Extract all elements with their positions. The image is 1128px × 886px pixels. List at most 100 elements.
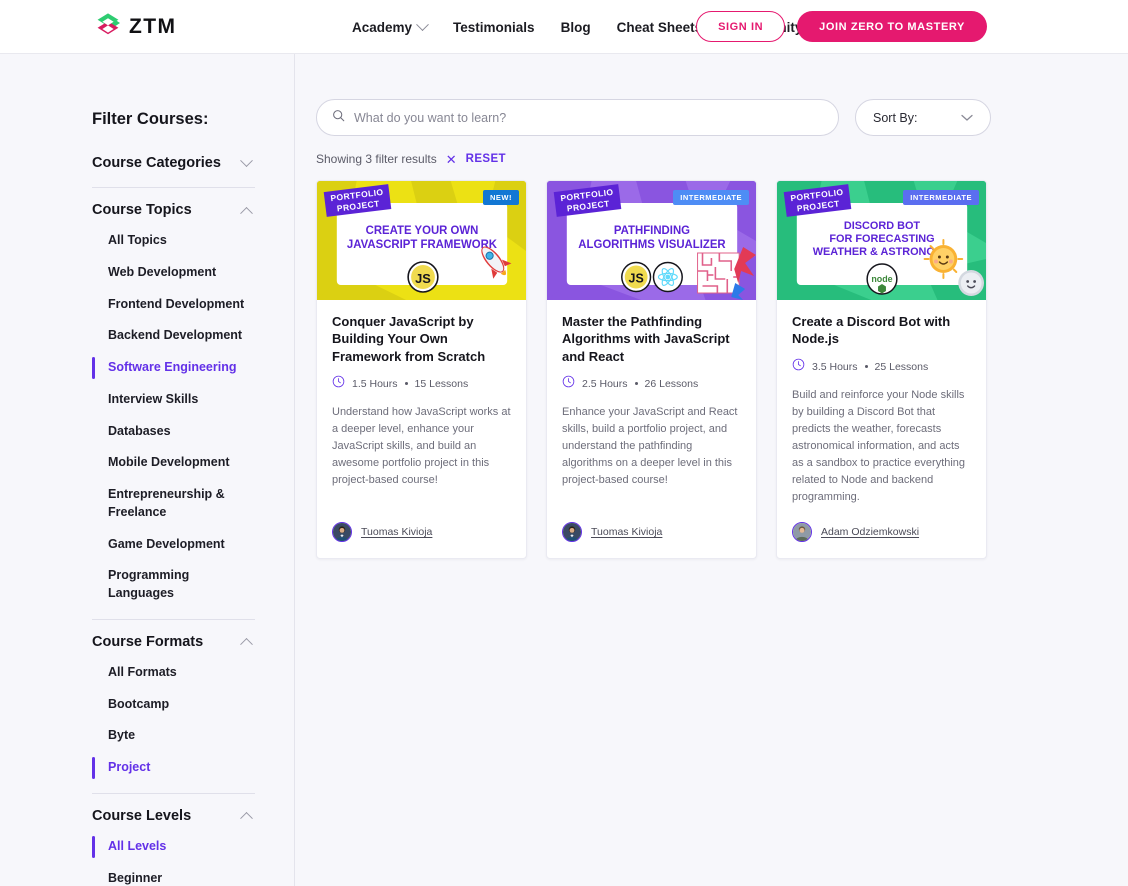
- course-meta: 2.5 Hours 26 Lessons: [562, 375, 741, 393]
- course-thumbnail: PATHFINDING ALGORITHMS VISUALIZER JS POR…: [547, 181, 756, 300]
- svg-text:node: node: [871, 274, 892, 284]
- auth-actions: SIGN IN JOIN ZERO TO MASTERY: [696, 11, 987, 42]
- filter-group-course-categories: Course Categories: [92, 148, 255, 178]
- nav-item-academy[interactable]: Academy: [352, 17, 429, 35]
- course-card[interactable]: PATHFINDING ALGORITHMS VISUALIZER JS POR…: [546, 180, 757, 559]
- course-lessons: 25 Lessons: [874, 360, 929, 373]
- sidebar-divider: [294, 54, 295, 886]
- avatar: [562, 521, 582, 542]
- search-row: Sort By:: [316, 99, 1128, 136]
- course-author[interactable]: Tuomas Kivioja: [547, 506, 756, 558]
- svg-text:JS: JS: [415, 271, 431, 286]
- course-title: Conquer JavaScript by Building Your Own …: [332, 314, 486, 364]
- sidebar-item-game-development[interactable]: Game Development: [92, 529, 255, 561]
- clock-icon: [332, 375, 345, 393]
- sidebar-item-byte[interactable]: Byte: [92, 720, 255, 752]
- group-title: Course Levels: [92, 807, 192, 824]
- sign-in-button[interactable]: SIGN IN: [696, 11, 786, 42]
- sidebar-item-all-levels[interactable]: All Levels: [92, 831, 255, 863]
- course-description: Enhance your JavaScript and React skills…: [562, 405, 738, 487]
- course-duration: 3.5 Hours: [812, 360, 858, 373]
- status-badge: INTERMEDIATE: [673, 190, 749, 205]
- author-name[interactable]: Tuomas Kivioja: [361, 526, 432, 538]
- search-input[interactable]: [354, 110, 823, 125]
- course-description: Understand how JavaScript works at a dee…: [332, 405, 511, 487]
- sidebar-item-all-formats[interactable]: All Formats: [92, 657, 255, 689]
- svg-text:ALGORITHMS VISUALIZER: ALGORITHMS VISUALIZER: [578, 239, 726, 251]
- group-title: Course Formats: [92, 633, 204, 650]
- svg-text:JAVASCRIPT FRAMEWORK: JAVASCRIPT FRAMEWORK: [347, 239, 498, 251]
- group-header-course-formats[interactable]: Course Formats: [92, 627, 255, 657]
- sort-by-label: Sort By:: [873, 110, 918, 125]
- course-thumbnail: DISCORD BOT FOR FORECASTING WEATHER & AS…: [777, 181, 986, 300]
- course-card-body: Create a Discord Bot with Node.js 3.5 Ho…: [777, 300, 986, 506]
- group-header-course-levels[interactable]: Course Levels: [92, 801, 255, 831]
- divider: [92, 792, 255, 794]
- reset-filters-button[interactable]: RESET: [466, 153, 506, 165]
- avatar: [792, 521, 812, 542]
- course-duration: 2.5 Hours: [582, 377, 628, 390]
- course-thumbnail: CREATE YOUR OWN JAVASCRIPT FRAMEWORK JS: [317, 181, 526, 300]
- filter-group-course-levels: Course Levels All Levels Beginner Interm…: [92, 801, 255, 886]
- chevron-down-icon: [240, 153, 253, 167]
- meta-separator-dot: [404, 382, 408, 386]
- sidebar-item-backend-development[interactable]: Backend Development: [92, 320, 255, 352]
- course-duration: 1.5 Hours: [352, 377, 398, 390]
- join-button[interactable]: JOIN ZERO TO MASTERY: [797, 11, 987, 42]
- author-name[interactable]: Adam Odziemkowski: [821, 526, 919, 538]
- sidebar-item-project[interactable]: Project: [92, 752, 255, 784]
- sidebar-item-software-engineering[interactable]: Software Engineering: [92, 352, 255, 384]
- sidebar-item-frontend-development[interactable]: Frontend Development: [92, 289, 255, 321]
- avatar: [332, 521, 352, 542]
- group-title: Course Topics: [92, 202, 192, 218]
- page-body: Filter Courses: Course Categories Course…: [0, 54, 1128, 886]
- clock-icon: [562, 375, 575, 393]
- results-summary-row: Showing 3 filter results ✕ RESET: [316, 152, 1128, 166]
- search-box[interactable]: [316, 99, 839, 136]
- chevron-up-icon: [240, 638, 253, 651]
- sidebar-item-mobile-development[interactable]: Mobile Development: [92, 447, 255, 479]
- logo[interactable]: ZTM: [92, 11, 176, 43]
- course-description: Build and reinforce your Node skills by …: [792, 388, 966, 503]
- group-header-course-categories[interactable]: Course Categories: [92, 148, 255, 178]
- sidebar-item-web-development[interactable]: Web Development: [92, 257, 255, 289]
- logo-text: ZTM: [129, 15, 177, 38]
- divider: [92, 618, 255, 620]
- group-header-course-topics[interactable]: Course Topics: [92, 195, 255, 225]
- sidebar-item-all-topics[interactable]: All Topics: [92, 225, 255, 257]
- meta-separator-dot: [864, 365, 868, 369]
- status-badge: NEW!: [483, 190, 519, 205]
- ztm-hexagon-logo-icon: [92, 11, 124, 43]
- site-header: ZTM Academy Testimonials Blog Cheat Shee…: [0, 0, 1128, 54]
- sidebar-item-entrepreneurship-freelance[interactable]: Entrepreneurship & Freelance: [92, 479, 255, 529]
- nav-item-blog[interactable]: Blog: [561, 20, 591, 35]
- sidebar-item-bootcamp[interactable]: Bootcamp: [92, 689, 255, 721]
- sidebar-item-programming-languages[interactable]: Programming Languages: [92, 560, 255, 610]
- sidebar-item-beginner[interactable]: Beginner: [92, 863, 255, 886]
- meta-separator-dot: [634, 382, 638, 386]
- course-author[interactable]: Tuomas Kivioja: [317, 506, 526, 558]
- chevron-up-icon: [240, 812, 253, 825]
- course-card-grid: CREATE YOUR OWN JAVASCRIPT FRAMEWORK JS: [316, 180, 1128, 559]
- sort-by-dropdown[interactable]: Sort By:: [855, 99, 991, 136]
- close-x-icon[interactable]: ✕: [446, 153, 457, 166]
- nav-item-testimonials[interactable]: Testimonials: [453, 20, 535, 35]
- sidebar-item-interview-skills[interactable]: Interview Skills: [92, 384, 255, 416]
- course-card[interactable]: DISCORD BOT FOR FORECASTING WEATHER & AS…: [776, 180, 987, 559]
- course-card-body: Master the Pathfinding Algorithms with J…: [547, 300, 756, 506]
- svg-text:PATHFINDING: PATHFINDING: [614, 225, 690, 237]
- filter-sidebar: Filter Courses: Course Categories Course…: [0, 54, 294, 886]
- nav-label: Academy: [352, 19, 413, 35]
- divider: [92, 187, 255, 188]
- search-icon: [332, 109, 345, 127]
- sidebar-item-databases[interactable]: Databases: [92, 416, 255, 448]
- svg-text:DISCORD BOT: DISCORD BOT: [844, 220, 921, 232]
- nav-item-cheat-sheets[interactable]: Cheat Sheets: [617, 20, 703, 35]
- course-title: Create a Discord Bot with Node.js: [792, 314, 951, 347]
- sidebar-title: Filter Courses:: [92, 110, 209, 128]
- course-author[interactable]: Adam Odziemkowski: [777, 506, 986, 558]
- course-title: Master the Pathfinding Algorithms with J…: [562, 314, 730, 364]
- course-card[interactable]: CREATE YOUR OWN JAVASCRIPT FRAMEWORK JS: [316, 180, 527, 559]
- author-name[interactable]: Tuomas Kivioja: [591, 526, 662, 538]
- svg-text:FOR FORECASTING: FOR FORECASTING: [829, 233, 934, 245]
